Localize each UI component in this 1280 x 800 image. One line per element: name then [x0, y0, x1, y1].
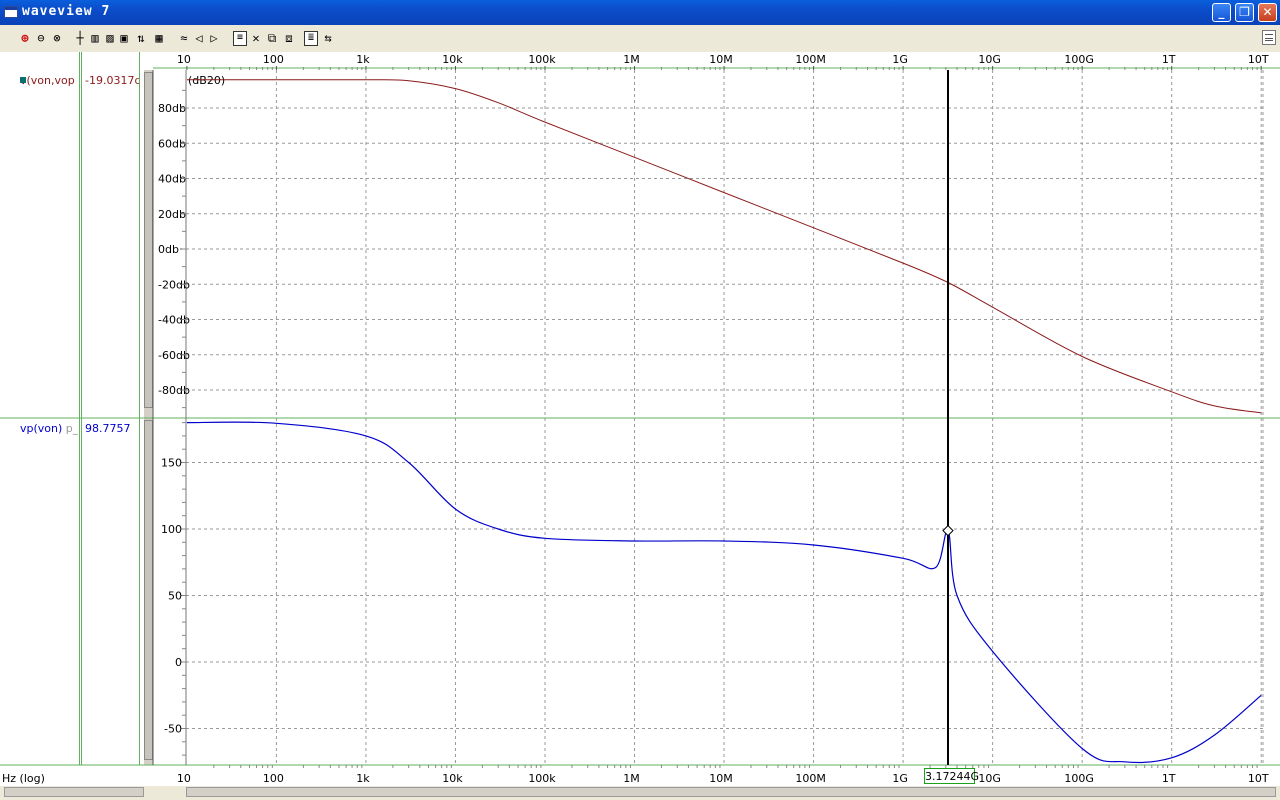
x-tick-label-top: 10G — [978, 53, 1001, 66]
x-tick-label-bottom: 1G — [892, 772, 908, 785]
x-axis-label: Hz (log) — [2, 772, 45, 785]
x-tick-label-top: 10 — [177, 53, 191, 66]
y-unit-label: (dB20) — [188, 74, 225, 87]
x-tick-label-bottom: 10M — [709, 772, 733, 785]
x-tick-label-top: 100 — [263, 53, 284, 66]
cursor-value-box[interactable]: 3.17244G — [924, 768, 979, 784]
x-tick-label-top: 10k — [442, 53, 463, 66]
y-tick-label-bottom: -50 — [164, 723, 182, 736]
x-tick-label-top: 100M — [795, 53, 826, 66]
axes: 10 10 100 100 1k 1k 10k 10k 100k 100k 1M 1M 10M 10M 10… — [0, 53, 1280, 785]
x-tick-label-top: 10M — [709, 53, 733, 66]
x-tick-label-bottom: 100M — [795, 772, 826, 785]
x-tick-label-bottom: 100 — [263, 772, 284, 785]
waveform-plot[interactable]: 10 10 100 100 1k 1k 10k 10k 100k 100k 1M 1M 10M 10M 10… — [0, 0, 1280, 800]
x-tick-label-bottom: 10 — [177, 772, 191, 785]
x-tick-label-bottom: 1T — [1162, 772, 1176, 785]
main-horizontal-scrollbar[interactable] — [186, 787, 1276, 797]
x-tick-label-top: 1G — [892, 53, 908, 66]
y-tick-label-top: 0db — [158, 243, 179, 256]
x-tick-label-bottom: 10T — [1248, 772, 1269, 785]
x-tick-label-top: 1T — [1162, 53, 1176, 66]
x-tick-label-bottom: 1k — [356, 772, 370, 785]
cursor-marker — [942, 524, 954, 537]
x-tick-label-bottom: 1M — [623, 772, 640, 785]
y-tick-label-bottom: 100 — [161, 523, 182, 536]
x-tick-label-bottom: 10G — [978, 772, 1001, 785]
x-tick-label-top: 1M — [623, 53, 640, 66]
x-tick-label-top: 100G — [1064, 53, 1094, 66]
left-horizontal-scrollbar[interactable] — [4, 787, 144, 797]
horizontal-scroll-region — [0, 786, 1280, 800]
x-tick-label-bottom: 100G — [1064, 772, 1094, 785]
y-tick-label-bottom: 150 — [161, 457, 182, 470]
x-tick-label-bottom: 10k — [442, 772, 463, 785]
x-tick-label-top: 1k — [356, 53, 370, 66]
y-tick-label-bottom: 50 — [168, 590, 182, 603]
x-tick-label-top: 100k — [528, 53, 556, 66]
x-tick-label-bottom: 100k — [528, 772, 556, 785]
x-tick-label-top: 10T — [1248, 53, 1269, 66]
